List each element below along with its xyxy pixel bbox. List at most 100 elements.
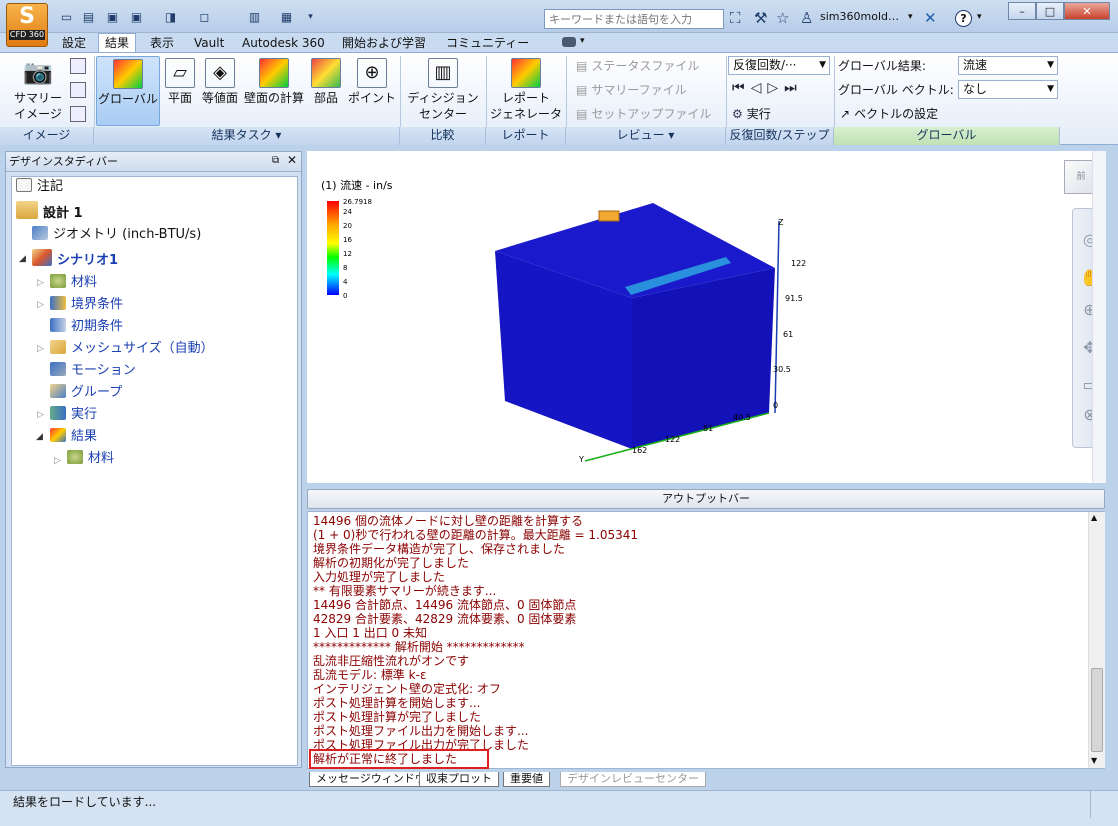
exchange-icon[interactable]: ✕	[924, 8, 937, 28]
iteration-combo[interactable]: 反復回数/··· ▼	[728, 56, 830, 75]
user-dropdown-icon[interactable]: ▾	[908, 12, 913, 22]
tab-vault[interactable]: Vault	[188, 35, 230, 53]
tab-design-review-center[interactable]: デザインレビューセンター	[560, 772, 706, 787]
design-study-tree[interactable]: 注記 設計 1 ジオメトリ (inch-BTU/s) ◢ シナリオ1 ▷ 材料 …	[11, 176, 298, 766]
file-icon: ▤	[576, 83, 588, 97]
tree-item-run[interactable]: 実行	[50, 405, 97, 425]
minimize-button[interactable]: –	[1008, 2, 1036, 20]
image-small-icon-3[interactable]	[70, 106, 86, 122]
report-generator-button[interactable]: レポート ジェネレータ	[488, 56, 564, 126]
new-file-icon[interactable]: ▭	[58, 8, 75, 25]
user-icon[interactable]: ♙	[800, 8, 813, 28]
dock-icon[interactable]: ⧉	[272, 155, 279, 166]
output-bar-header[interactable]: アウトプットバー	[307, 489, 1105, 509]
point-button[interactable]: ⊕ ポイント	[346, 56, 398, 126]
tree-item-materials[interactable]: 材料	[50, 273, 97, 293]
tools-icon[interactable]: ⚒	[754, 8, 767, 28]
run-button[interactable]: ⚙ 実行	[732, 104, 771, 124]
scroll-up-icon[interactable]: ▲	[1091, 513, 1097, 522]
app-badge: CFD 360	[9, 30, 45, 40]
first-step-icon[interactable]: ⏮	[732, 80, 751, 96]
scroll-down-icon[interactable]: ▼	[1091, 756, 1097, 765]
next-step-icon[interactable]: ▷	[767, 80, 784, 96]
open-folder-icon[interactable]: ▤	[80, 8, 97, 25]
result-task-panel-label[interactable]: 結果タスク ▾	[94, 127, 400, 145]
tab-message-window[interactable]: メッセージウィンドウ	[309, 772, 433, 787]
message-window[interactable]: 14496 個の流体ノードに対し壁の距離を計算する (1 + 0)秒で行われる壁の…	[307, 511, 1105, 769]
qat-dropdown-icon[interactable]: ▾	[302, 8, 319, 25]
message-scrollbar[interactable]: ▲ ▼	[1088, 512, 1105, 768]
properties-icon[interactable]: ▦	[278, 8, 295, 25]
maximize-button[interactable]: □	[1036, 2, 1064, 20]
application-menu-button[interactable]: S CFD 360	[6, 3, 48, 47]
collapse-arrow-icon[interactable]: ◢	[19, 254, 26, 264]
tree-item-notes[interactable]: 注記	[16, 177, 63, 197]
binoculars-icon[interactable]: ⛶	[730, 8, 741, 28]
model-view-svg[interactable]: (1) 流速 - in/s 26.7918 24 20 16 12 8 4 0 Z Y 122…	[307, 151, 1092, 483]
global-result-combo[interactable]: 流速 ▼	[958, 56, 1058, 75]
setup-file-button[interactable]: ▤ セットアップファイル	[576, 104, 711, 124]
help-icon[interactable]: ?	[955, 10, 972, 27]
tree-item-motion[interactable]: モーション	[50, 361, 136, 381]
summary-file-button[interactable]: ▤ サマリーファイル	[576, 80, 687, 100]
close-button[interactable]: ✕	[1064, 2, 1110, 20]
image-small-icon-1[interactable]	[70, 58, 86, 74]
tab-getting-started[interactable]: 開始および学習	[336, 35, 432, 53]
vector-settings-button[interactable]: ↗ ベクトルの設定	[840, 104, 938, 124]
isosurface-button[interactable]: ◈ 等値面	[200, 56, 240, 126]
tree-item-groups[interactable]: グループ	[50, 383, 122, 403]
tree-item-design-1[interactable]: 設計 1	[16, 201, 83, 221]
expand-arrow-icon[interactable]: ▷	[37, 278, 44, 288]
favorite-star-icon[interactable]: ☆	[776, 8, 789, 28]
review-panel-label[interactable]: レビュー ▾	[566, 127, 726, 145]
tree-item-boundary-conditions[interactable]: 境界条件	[50, 295, 123, 315]
tree-item-mesh-size[interactable]: メッシュサイズ（自動）	[50, 339, 214, 359]
image-small-icon-2[interactable]	[70, 82, 86, 98]
ribbon-minimize-icon[interactable]	[562, 37, 576, 47]
tab-critical-values[interactable]: 重要値	[503, 772, 550, 787]
global-vector-combo[interactable]: なし ▼	[958, 80, 1058, 99]
summary-image-button[interactable]: 📷 サマリー イメージ	[10, 56, 66, 126]
tree-item-results-materials[interactable]: 材料	[67, 449, 114, 469]
status-file-button[interactable]: ▤ ステータスファイル	[576, 56, 699, 76]
scroll-thumb[interactable]	[1091, 668, 1103, 752]
expand-arrow-icon[interactable]: ▷	[37, 300, 44, 310]
wall-calculation-button[interactable]: 壁面の計算	[242, 56, 306, 126]
panel-close-icon[interactable]: ✕	[287, 153, 297, 167]
collapse-arrow-icon[interactable]: ◢	[36, 432, 43, 442]
tree-item-scenario-1[interactable]: シナリオ1	[32, 249, 118, 269]
step-controls[interactable]: ⏮◁▷⏭	[732, 80, 803, 96]
help-dropdown-icon[interactable]: ▾	[977, 12, 982, 22]
tab-community[interactable]: コミュニティー	[440, 35, 535, 53]
select-icon[interactable]: ◨	[162, 8, 179, 25]
expand-arrow-icon[interactable]: ▷	[37, 344, 44, 354]
save-all-icon[interactable]: ▣	[128, 8, 145, 25]
3d-viewport[interactable]: (1) 流速 - in/s 26.7918 24 20 16 12 8 4 0 Z Y 122…	[307, 151, 1092, 483]
parts-button[interactable]: 部品	[308, 56, 344, 126]
global-panel-label: グローバル	[834, 127, 1060, 145]
tree-item-results[interactable]: 結果	[50, 427, 97, 447]
expand-arrow-icon[interactable]: ▷	[54, 456, 61, 466]
model-right-face[interactable]	[632, 268, 775, 449]
user-name[interactable]: sim360mold…	[820, 10, 899, 23]
tree-item-geometry[interactable]: ジオメトリ (inch-BTU/s)	[32, 225, 201, 245]
tab-results[interactable]: 結果	[98, 33, 137, 53]
keyword-search-input[interactable]	[544, 9, 724, 29]
global-button[interactable]: グローバル	[96, 56, 160, 126]
tab-convergence-plot[interactable]: 収束プロット	[419, 772, 499, 787]
tab-view[interactable]: 表示	[144, 35, 180, 53]
decision-center-button[interactable]: ▥ ディシジョン センター	[404, 56, 482, 126]
last-step-icon[interactable]: ⏭	[784, 80, 803, 96]
expand-arrow-icon[interactable]: ▷	[37, 410, 44, 420]
prev-step-icon[interactable]: ◁	[751, 80, 768, 96]
inlet-block[interactable]	[598, 210, 620, 222]
tab-settings[interactable]: 設定	[56, 35, 92, 53]
view-icon[interactable]: ▥	[246, 8, 263, 25]
ribbon-options-icon[interactable]: ▾	[580, 36, 585, 46]
file-icon: ▤	[576, 59, 588, 73]
tree-item-initial-conditions[interactable]: 初期条件	[50, 317, 123, 337]
save-icon[interactable]: ▣	[104, 8, 121, 25]
tab-autodesk-360[interactable]: Autodesk 360	[236, 35, 331, 53]
shape-icon[interactable]: ◻	[196, 8, 213, 25]
plane-button[interactable]: ▱ 平面	[162, 56, 198, 126]
